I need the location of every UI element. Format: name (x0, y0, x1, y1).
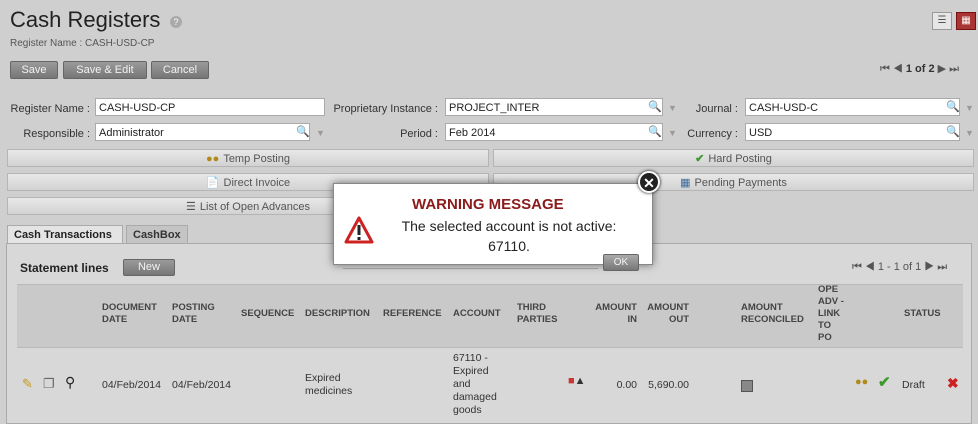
col-document-date[interactable]: DOCUMENT DATE (102, 302, 157, 326)
register-name-label: Register Name : (10, 103, 90, 115)
row-status: Draft (902, 379, 925, 391)
edit-pencil-icon[interactable]: ✎ (22, 376, 33, 392)
dialog-title: WARNING MESSAGE (412, 196, 564, 213)
warning-icon (344, 216, 374, 247)
list-icon: ☰ (186, 201, 196, 213)
copy-icon[interactable]: ❐ (43, 376, 55, 392)
save-edit-button[interactable]: Save & Edit (63, 61, 147, 79)
next-page-icon[interactable]: ▶ (924, 261, 934, 273)
col-third-parties[interactable]: THIRD PARTIES (517, 302, 557, 326)
responsible-field[interactable]: Administrator (95, 123, 310, 141)
record-pager: ⏮ ◀ 1 of 2 ▶ ⏭ (880, 62, 959, 76)
chevron-down-icon[interactable]: ▼ (668, 103, 677, 113)
form-view-icon[interactable]: ▦ (956, 12, 976, 30)
period-label: Period : (400, 128, 438, 140)
register-name-field[interactable]: CASH-USD-CP (95, 98, 325, 116)
pager-label: 1 of 2 (905, 63, 935, 75)
save-button[interactable]: Save (10, 61, 58, 79)
last-page-icon[interactable]: ⏭ (949, 63, 959, 75)
chevron-down-icon[interactable]: ▼ (965, 103, 974, 113)
list-view-icon[interactable]: ☰ (932, 12, 952, 30)
tab-cashbox[interactable]: CashBox (126, 225, 188, 243)
cancel-button[interactable]: Cancel (151, 61, 209, 79)
temp-posting-button[interactable]: ●● Temp Posting (7, 149, 489, 167)
third-party-shapes-icon[interactable]: ■▲ (568, 375, 586, 387)
row-posting-date: 04/Feb/2014 (172, 379, 231, 391)
pager-label: 1 - 1 of 1 (877, 261, 922, 273)
chevron-down-icon[interactable]: ▼ (316, 128, 325, 138)
payments-icon: ▦ (680, 177, 691, 189)
next-page-icon[interactable]: ▶ (938, 63, 946, 75)
prev-page-icon[interactable]: ◀ (893, 63, 903, 75)
page-subtitle: Register Name : CASH-USD-CP (10, 38, 155, 49)
col-account[interactable]: ACCOUNT (453, 308, 501, 320)
reconciled-checkbox[interactable] (741, 380, 753, 392)
row-account: 67110 - Expired and damaged goods (453, 352, 497, 416)
journal-field[interactable]: CASH-USD-C (745, 98, 960, 116)
col-amount-in[interactable]: AMOUNT IN (594, 302, 637, 326)
period-field[interactable]: Feb 2014 (445, 123, 663, 141)
search-icon[interactable]: 🔍 (946, 100, 960, 113)
col-reference[interactable]: REFERENCE (383, 308, 442, 320)
chevron-down-icon[interactable]: ▼ (965, 128, 974, 138)
row-description: Expired medicines (305, 372, 353, 397)
search-icon[interactable]: 🔍 (648, 100, 662, 113)
journal-label: Journal : (695, 103, 738, 115)
first-page-icon[interactable]: ⏮ (880, 63, 890, 75)
col-amount-reconciled[interactable]: AMOUNT RECONCILED (741, 302, 804, 326)
currency-field[interactable]: USD (745, 123, 960, 141)
search-icon[interactable]: 🔍 (648, 125, 662, 138)
dialog-divider (343, 268, 598, 269)
col-sequence[interactable]: SEQUENCE (241, 308, 294, 320)
check-icon[interactable]: ✔ (878, 373, 891, 391)
statement-lines-title: Statement lines (20, 261, 109, 275)
search-icon[interactable]: 🔍 (296, 125, 310, 138)
coins-icon: ●● (206, 153, 220, 165)
help-icon[interactable]: ? (170, 16, 182, 28)
col-posting-date[interactable]: POSTING DATE (172, 302, 215, 326)
invoice-icon: 📄 (205, 177, 220, 189)
proprietary-instance-field[interactable]: PROJECT_INTER (445, 98, 663, 116)
row-amount-in: 0.00 (616, 379, 637, 391)
row-amount-out: 5,690.00 (648, 379, 689, 391)
tab-cash-transactions[interactable]: Cash Transactions (7, 225, 123, 243)
row-document-date: 04/Feb/2014 (102, 379, 161, 391)
ok-button[interactable]: OK (603, 254, 639, 271)
warning-dialog: WARNING MESSAGE The selected account is … (333, 183, 653, 265)
responsible-label: Responsible : (23, 128, 90, 140)
check-icon: ✔ (695, 153, 705, 165)
col-status[interactable]: STATUS (904, 308, 941, 320)
lines-pager: ⏮ ◀ 1 - 1 of 1 ▶ ⏭ (852, 261, 947, 274)
col-ope-adv-link-to-po[interactable]: OPE ADV - LINK TO PO (818, 284, 844, 344)
prev-page-icon[interactable]: ◀ (865, 261, 875, 273)
currency-label: Currency : (687, 128, 738, 140)
coins-icon[interactable]: ●● (855, 376, 868, 388)
last-page-icon[interactable]: ⏭ (937, 261, 947, 273)
page-title: Cash Registers (10, 7, 161, 32)
hard-posting-button[interactable]: ✔ Hard Posting (493, 149, 974, 167)
dialog-message: The selected account is not active: 6711… (401, 218, 617, 254)
col-amount-out[interactable]: AMOUNT OUT (645, 302, 689, 326)
new-line-button[interactable]: New (123, 259, 175, 276)
proprietary-instance-label: Proprietary Instance : (333, 103, 438, 115)
delete-icon[interactable]: ✖ (947, 375, 959, 392)
view-magnifier-icon[interactable]: ⚲ (65, 374, 75, 391)
chevron-down-icon[interactable]: ▼ (668, 128, 677, 138)
close-icon[interactable]: ✕ (638, 171, 660, 193)
search-icon[interactable]: 🔍 (946, 125, 960, 138)
col-description[interactable]: DESCRIPTION (305, 308, 370, 320)
first-page-icon[interactable]: ⏮ (852, 261, 862, 273)
